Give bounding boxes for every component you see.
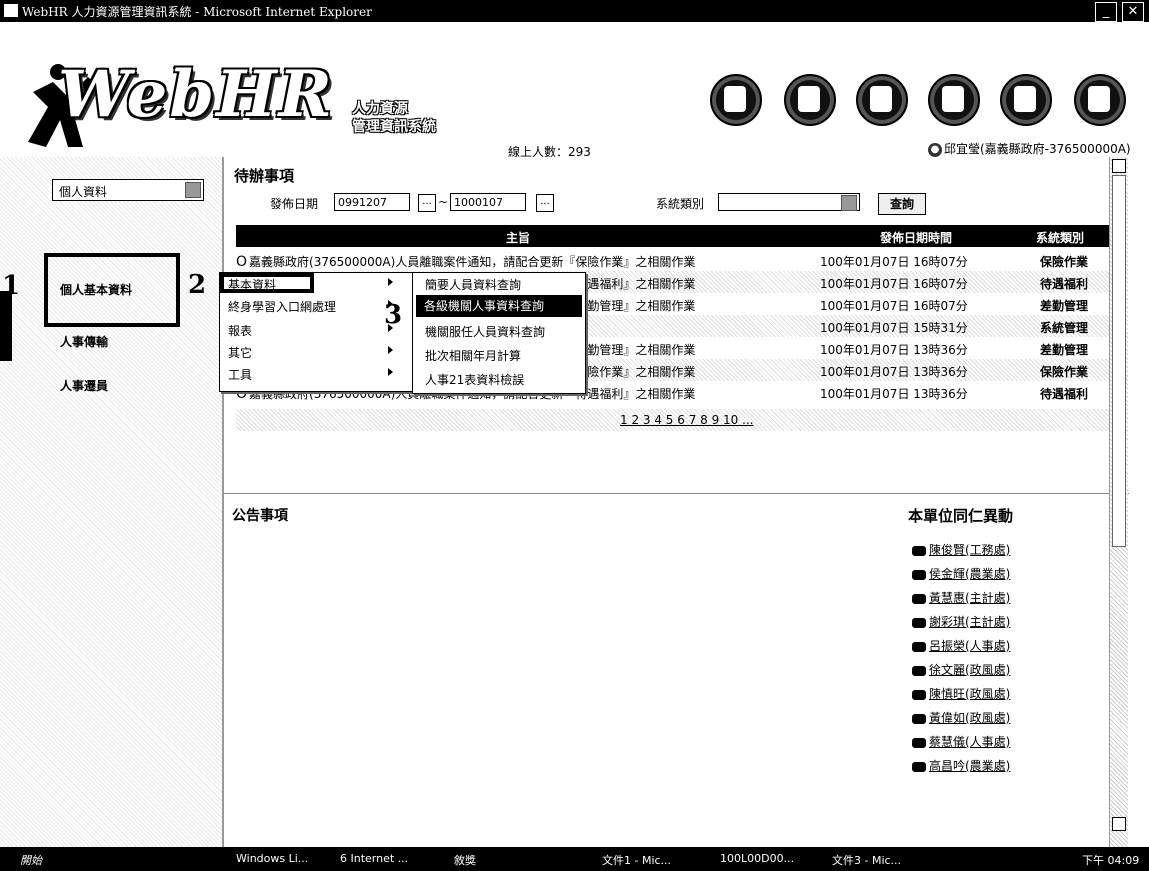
staff-changes-title: 本單位同仁異動 — [908, 507, 1014, 525]
chevron-right-icon — [388, 346, 393, 354]
org-chart-icon[interactable] — [710, 74, 762, 126]
start-button[interactable]: 開始 — [20, 852, 42, 868]
date-to-field[interactable]: 1000107 — [450, 193, 526, 211]
refresh-icon[interactable] — [1000, 74, 1052, 126]
staff-item[interactable]: 黃慧惠(主計處) — [912, 589, 1010, 606]
quick-menu-tab[interactable] — [0, 291, 12, 361]
submenu-item[interactable]: 簡要人員資料查詢 — [425, 276, 521, 293]
chevron-right-icon — [388, 368, 393, 376]
nav-personnel-transfer[interactable]: 人事傳輸 — [60, 333, 108, 350]
col-category: 系統類別 — [1036, 231, 1085, 245]
person-icon — [912, 569, 926, 580]
menu-item-basic-data[interactable]: 基本資料 — [228, 276, 393, 293]
main-panel: 待辦事項 發佈日期 0991207 ... ~ 1000107 ... 系統類別… — [222, 157, 1129, 847]
staff-item[interactable]: 徐文麗(政風處) — [912, 661, 1010, 678]
app-header: WebHR 人力資源 管理資訊系統 線上人數：293 ● 邱宜瑩(嘉義縣政府-37… — [0, 22, 1149, 159]
nav-personnel-select[interactable]: 人事遷員 — [60, 377, 108, 394]
chevron-down-icon[interactable] — [185, 182, 201, 198]
col-datetime: 發佈日期時間 — [880, 231, 953, 245]
date-from-field[interactable]: 0991207 — [334, 193, 410, 211]
table-row[interactable]: O嘉義縣政府(376500000A)人員離職案件通知，請配合更新『保險作業』之相… — [236, 249, 1124, 271]
menu-item-other[interactable]: 其它 — [228, 344, 393, 361]
user-info: ● 邱宜瑩(嘉義縣政府-376500000A) — [928, 140, 1131, 157]
date-tilde: ~ — [438, 195, 449, 209]
person-icon — [912, 713, 926, 724]
pagination: 1 2 3 4 5 6 7 8 9 10 ... — [236, 409, 1124, 431]
scrollbar[interactable] — [1109, 157, 1128, 847]
page-links[interactable]: 1 2 3 4 5 6 7 8 9 10 ... — [620, 413, 754, 427]
left-pane: 個人資料 1 個人基本資料 人事傳輸 人事遷員 — [0, 157, 222, 847]
scroll-thumb[interactable] — [1112, 175, 1126, 547]
taskbar: 開始 Windows Li... 6 Internet ... 敘獎 文件1 -… — [0, 847, 1149, 871]
submenu-item[interactable]: 批次相關年月計算 — [425, 347, 521, 364]
staff-item[interactable]: 陳俊賢(工務處) — [912, 541, 1010, 558]
chevron-down-icon[interactable] — [841, 195, 857, 211]
menu-item-lifelong-learning[interactable]: 終身學習入口網處理 — [228, 298, 393, 315]
menu-item-reports[interactable]: 報表 — [228, 322, 393, 339]
date-label: 發佈日期 — [270, 197, 319, 211]
help-icon[interactable] — [856, 74, 908, 126]
staff-item[interactable]: 謝彩琪(主計處) — [912, 613, 1010, 630]
clock: 下午 04:09 — [1082, 854, 1140, 867]
taskbar-item[interactable]: 100L00D00... — [720, 852, 794, 865]
person-icon — [912, 665, 926, 676]
logo-subtitle: 人力資源 管理資訊系統 — [352, 101, 436, 135]
taskbar-item[interactable]: 文件3 - Mic... — [832, 852, 901, 868]
callout-2: 2 — [188, 270, 207, 300]
ie-app-icon — [4, 4, 18, 17]
menu-item-tools[interactable]: 工具 — [228, 366, 393, 383]
taskbar-item[interactable]: Windows Li... — [236, 852, 308, 865]
scroll-down-button[interactable] — [1112, 817, 1126, 831]
person-icon — [912, 689, 926, 700]
person-icon — [912, 545, 926, 556]
logout-icon[interactable] — [1074, 74, 1126, 126]
person-icon — [912, 761, 926, 772]
taskbar-item[interactable]: 敘獎 — [454, 852, 476, 868]
submenu-item[interactable]: 機關服任人員資料查詢 — [425, 323, 545, 340]
mail-icon[interactable] — [784, 74, 836, 126]
person-icon — [912, 641, 926, 652]
sub-menu: 簡要人員資料查詢 各級機關人事資料查詢 機關服任人員資料查詢 批次相關年月計算 … — [412, 272, 586, 394]
webhr-logo: WebHR — [58, 57, 334, 132]
staff-item[interactable]: 呂振榮(人事處) — [912, 637, 1010, 654]
user-icon: ● — [928, 142, 942, 157]
main-menu: 基本資料 終身學習入口網處理 報表 其它 工具 — [219, 272, 413, 392]
taskbar-item[interactable]: 文件1 - Mic... — [602, 852, 671, 868]
col-subject: 主旨 — [506, 231, 531, 245]
callout-3: 3 — [384, 300, 403, 330]
chevron-right-icon — [388, 278, 393, 286]
section-divider — [224, 493, 1129, 494]
query-button[interactable]: 查詢 — [878, 193, 926, 215]
person-icon — [912, 593, 926, 604]
person-icon — [912, 617, 926, 628]
submenu-item[interactable]: 人事21表資料檢誤 — [425, 371, 524, 388]
callout-1: 1 — [2, 271, 21, 301]
module-select[interactable]: 個人資料 — [52, 179, 204, 201]
category-select[interactable] — [718, 193, 860, 211]
category-label: 系統類別 — [656, 197, 705, 211]
announcements-title: 公告事項 — [232, 508, 288, 524]
submenu-item-selected[interactable]: 各級機關人事資料查詢 — [416, 295, 582, 317]
staff-item[interactable]: 高昌吟(農業處) — [912, 757, 1010, 774]
date-to-picker[interactable]: ... — [536, 194, 554, 212]
nav-personal-basic[interactable]: 個人基本資料 — [60, 281, 132, 298]
window-titlebar: WebHR 人力資源管理資訊系統 - Microsoft Internet Ex… — [0, 0, 1149, 22]
close-button[interactable]: ✕ — [1122, 2, 1144, 22]
minimize-button[interactable]: _ — [1095, 2, 1117, 22]
todo-table-header: 主旨 發佈日期時間 系統類別 — [236, 225, 1124, 247]
settings-icon[interactable] — [928, 74, 980, 126]
scroll-up-button[interactable] — [1112, 159, 1126, 173]
window-title: WebHR 人力資源管理資訊系統 - Microsoft Internet Ex… — [22, 5, 372, 19]
staff-item[interactable]: 侯金輝(農業處) — [912, 565, 1010, 582]
date-from-picker[interactable]: ... — [418, 194, 436, 212]
staff-item[interactable]: 陳慎旺(政風處) — [912, 685, 1010, 702]
todo-title: 待辦事項 — [234, 167, 295, 185]
staff-item[interactable]: 黃偉如(政風處) — [912, 709, 1010, 726]
staff-item[interactable]: 蔡慧儀(人事處) — [912, 733, 1010, 750]
person-icon — [912, 737, 926, 748]
taskbar-item[interactable]: 6 Internet ... — [340, 852, 408, 865]
